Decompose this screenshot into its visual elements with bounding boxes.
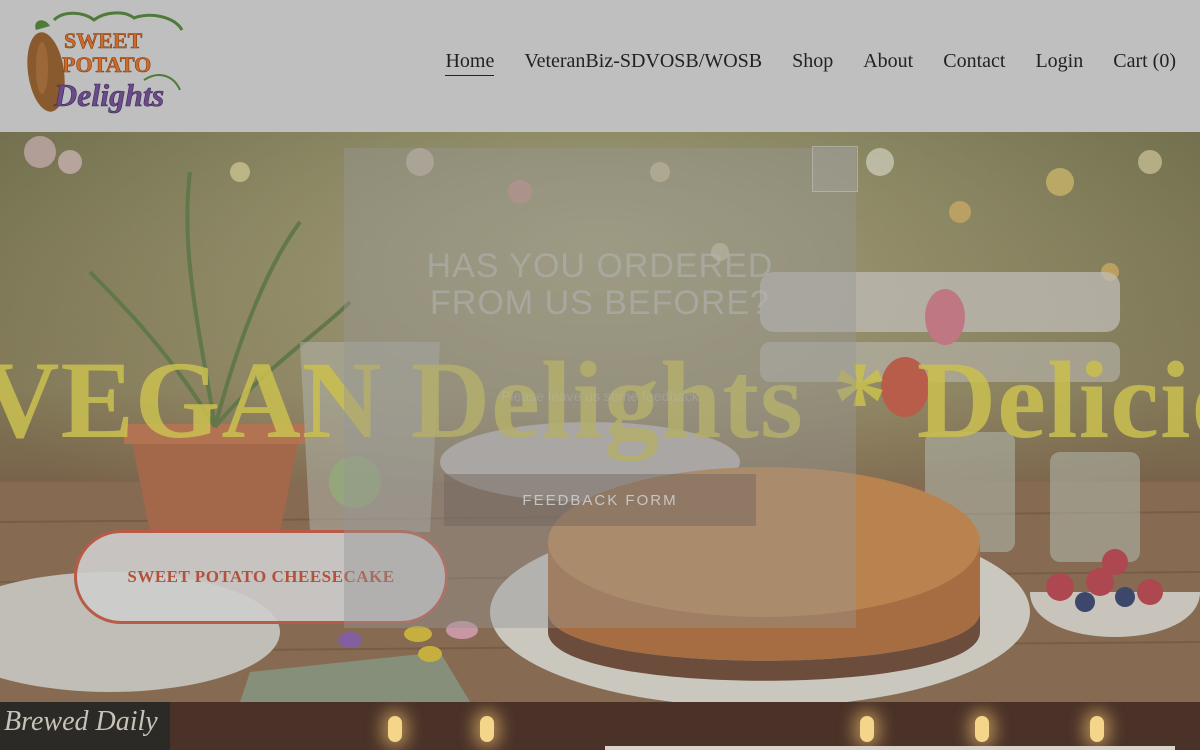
light-bulb-icon	[388, 716, 402, 742]
feedback-form-button[interactable]: FEEDBACK FORM	[444, 474, 756, 526]
sweet-potato-delights-logo[interactable]: SWEET POTATO Delights	[24, 10, 186, 122]
light-bulb-icon	[860, 716, 874, 742]
nav-cart[interactable]: Cart (0)	[1113, 50, 1176, 76]
light-bulb-icon	[480, 716, 494, 742]
site-header: SWEET POTATO Delights Home VeteranBiz-SD…	[0, 0, 1200, 132]
nav-contact[interactable]: Contact	[943, 50, 1005, 76]
nav-login[interactable]: Login	[1035, 50, 1083, 76]
popup-subtitle: Please leave us some feedback	[501, 388, 699, 404]
nav-home[interactable]: Home	[445, 50, 495, 76]
light-bulb-icon	[975, 716, 989, 742]
next-section-preview: Brewed Daily	[0, 702, 1200, 750]
image-frame	[605, 746, 1175, 750]
feedback-popup: HAS YOU ORDERED FROM US BEFORE? Please l…	[344, 146, 858, 628]
light-bulb-icon	[1090, 716, 1104, 742]
logo-text-potato: POTATO	[62, 52, 151, 77]
popup-title: HAS YOU ORDERED FROM US BEFORE?	[426, 247, 774, 322]
popup-close-button[interactable]	[812, 146, 858, 192]
chalkboard-sign: Brewed Daily	[0, 702, 170, 750]
nav-shop[interactable]: Shop	[792, 50, 833, 76]
chalkboard-text: Brewed Daily	[4, 706, 158, 737]
main-nav: Home VeteranBiz-SDVOSB/WOSB Shop About C…	[445, 50, 1176, 76]
nav-about[interactable]: About	[863, 50, 913, 76]
logo-text-delights: Delights	[53, 77, 164, 113]
logo-text-sweet: SWEET	[64, 28, 143, 53]
nav-veteranbiz[interactable]: VeteranBiz-SDVOSB/WOSB	[524, 50, 762, 76]
